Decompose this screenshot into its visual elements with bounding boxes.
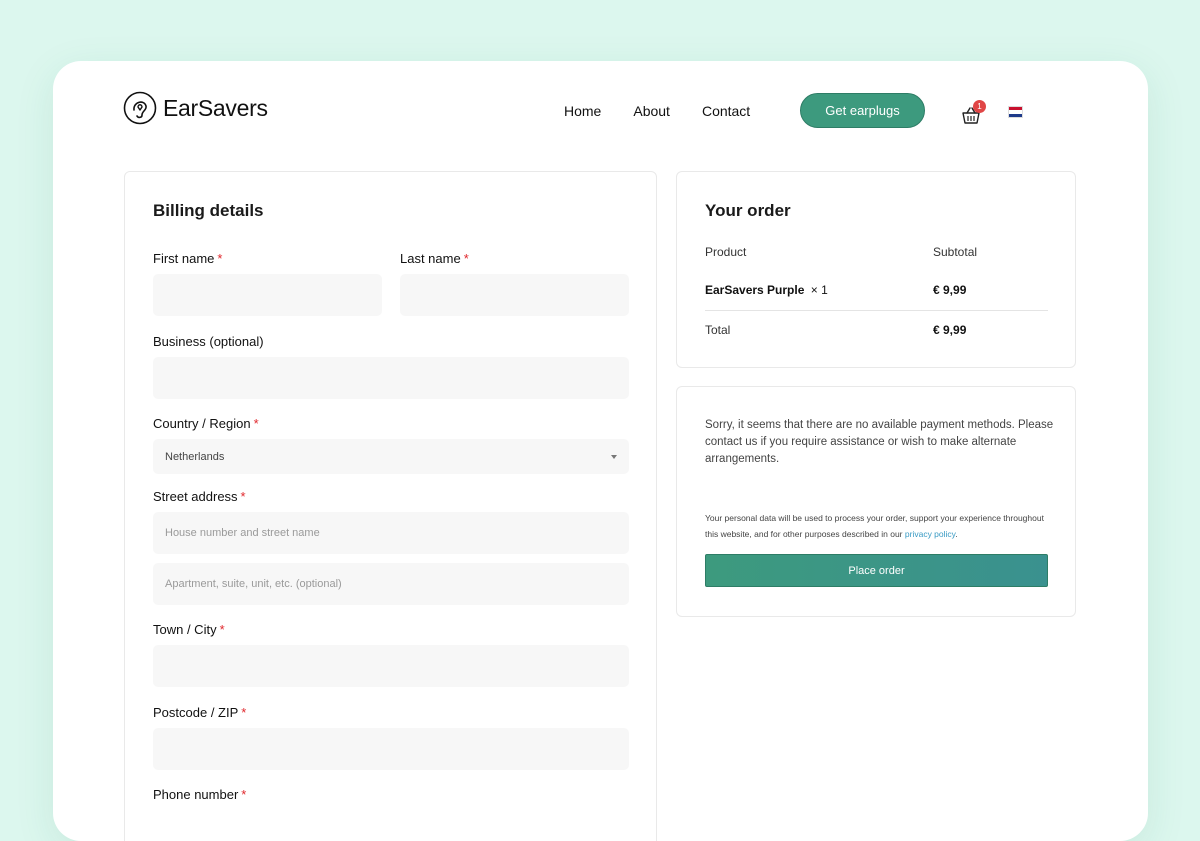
order-summary-panel: Your order Product Subtotal EarSavers Pu… — [676, 171, 1076, 368]
order-item-name: EarSavers Purple × 1 — [705, 283, 828, 297]
nav-contact-link[interactable]: Contact — [702, 103, 750, 119]
last-name-label-text: Last name — [400, 251, 461, 266]
product-column-header: Product — [705, 245, 747, 259]
order-total-label: Total — [705, 323, 731, 337]
business-label: Business (optional) — [153, 334, 264, 349]
country-selected-value: Netherlands — [165, 450, 225, 463]
town-input[interactable] — [153, 645, 629, 687]
privacy-notice-text: Your personal data will be used to proce… — [705, 513, 1044, 539]
street-label-text: Street address — [153, 489, 238, 504]
country-label: Country / Region * — [153, 416, 259, 431]
brand-logo[interactable]: EarSavers — [123, 91, 268, 125]
main-nav: Home About Contact — [564, 103, 782, 119]
postcode-label-text: Postcode / ZIP — [153, 705, 239, 720]
country-select[interactable]: Netherlands — [153, 439, 629, 474]
get-earplugs-button[interactable]: Get earplugs — [800, 93, 925, 128]
chevron-down-icon — [611, 454, 617, 459]
order-total-value: € 9,99 — [933, 323, 967, 337]
order-item-subtotal: € 9,99 — [933, 283, 967, 297]
nl-flag-icon[interactable] — [1008, 106, 1023, 118]
order-title: Your order — [705, 201, 791, 220]
first-name-label-text: First name — [153, 251, 215, 266]
item-name-text: EarSavers Purple — [705, 283, 805, 297]
apartment-input[interactable] — [153, 563, 629, 605]
first-name-input[interactable] — [153, 274, 382, 316]
nav-about-link[interactable]: About — [633, 103, 670, 119]
last-name-label: Last name * — [400, 251, 469, 266]
place-order-button[interactable]: Place order — [705, 554, 1048, 587]
town-label: Town / City * — [153, 622, 225, 637]
privacy-notice: Your personal data will be used to proce… — [705, 510, 1050, 542]
order-divider — [705, 310, 1048, 311]
required-mark: * — [217, 251, 223, 266]
required-mark: * — [463, 251, 469, 266]
ear-logo-icon — [123, 91, 157, 125]
country-label-text: Country / Region — [153, 416, 251, 431]
privacy-notice-end: . — [955, 529, 958, 539]
subtotal-column-header: Subtotal — [933, 245, 978, 259]
page-card: EarSavers Home About Contact Get earplug… — [53, 61, 1148, 841]
postcode-label: Postcode / ZIP * — [153, 705, 246, 720]
street-label: Street address * — [153, 489, 246, 504]
brand-name: EarSavers — [163, 94, 268, 121]
billing-details-panel: Billing details First name * Last name * B… — [124, 171, 657, 841]
cart-count-badge: 1 — [973, 100, 986, 113]
required-mark: * — [253, 416, 259, 431]
town-label-text: Town / City — [153, 622, 217, 637]
postcode-input[interactable] — [153, 728, 629, 770]
item-quantity: × 1 — [810, 283, 828, 297]
business-input[interactable] — [153, 357, 629, 399]
last-name-input[interactable] — [400, 274, 629, 316]
street-address-input[interactable] — [153, 512, 629, 554]
billing-title: Billing details — [153, 201, 264, 220]
no-payment-methods-message: Sorry, it seems that there are no availa… — [705, 419, 1054, 465]
payment-panel: Sorry, it seems that there are no availa… — [676, 386, 1076, 617]
privacy-policy-link[interactable]: privacy policy — [905, 529, 955, 539]
required-mark: * — [240, 489, 246, 504]
nav-home-link[interactable]: Home — [564, 103, 601, 119]
required-mark: * — [241, 705, 247, 720]
first-name-label: First name * — [153, 251, 222, 266]
required-mark: * — [219, 622, 225, 637]
